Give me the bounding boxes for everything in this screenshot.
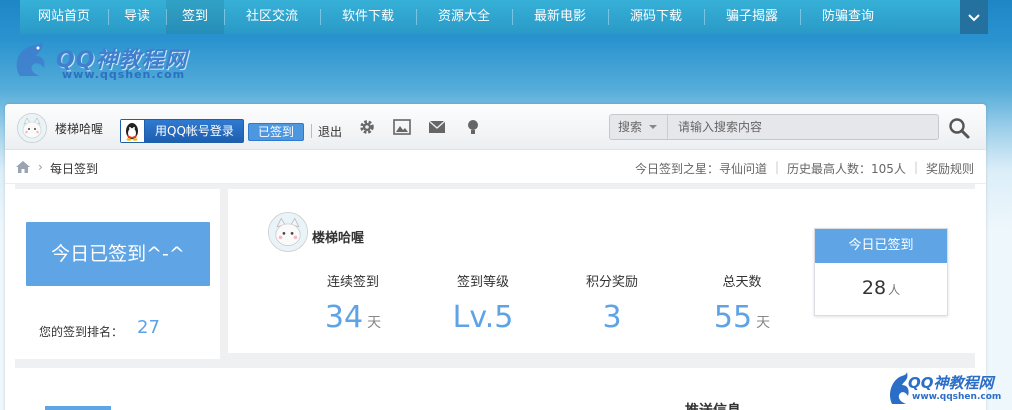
- qq-login-label: 用QQ帐号登录: [155, 124, 234, 138]
- reward-rules-link[interactable]: 奖励规则: [926, 160, 974, 177]
- sign-status-box: 今日已签到^-^ 您的签到排名： 27: [15, 189, 220, 359]
- bulb-icon[interactable]: [463, 118, 483, 136]
- nav-item-guide[interactable]: 导读: [108, 0, 166, 34]
- stat-points-reward: 积分奖励 3: [547, 271, 677, 338]
- nav-item-software[interactable]: 软件下载: [320, 0, 416, 34]
- home-icon[interactable]: [15, 160, 31, 174]
- watermark-url: www.qqshen.com: [912, 392, 1002, 402]
- rank-value: 27: [137, 317, 160, 338]
- stat-sign-level: 签到等级 Lv.5: [418, 271, 548, 338]
- logout-link[interactable]: 退出: [318, 123, 342, 140]
- nav-bar: 网站首页 导读 签到 社区交流 软件下载 资源大全 最新电影 源码下载 骗子揭露…: [20, 0, 988, 34]
- stat-label: 签到等级: [456, 275, 509, 290]
- stat-label: 总天数: [722, 275, 762, 290]
- nav-item-movies[interactable]: 最新电影: [512, 0, 608, 34]
- today-signed-card: 今日已签到 28 人: [814, 228, 948, 316]
- today-count-number: 28: [861, 277, 887, 299]
- breadcrumb: › 每日签到 今日签到之星：寻仙问道 | 历史最高人数：105人 | 奖励规则: [5, 150, 986, 184]
- avatar[interactable]: [17, 113, 47, 143]
- summary-username[interactable]: 楼梯哈喔: [312, 227, 364, 246]
- stat-total-days: 总天数 55 天: [677, 271, 807, 343]
- toolbar-username[interactable]: 楼梯哈喔: [55, 120, 103, 137]
- stat-value: 34 天: [288, 298, 418, 343]
- nav-item-scam-check[interactable]: 防骗查询: [800, 0, 896, 34]
- logo-url: www.qqshen.com: [62, 68, 186, 81]
- signed-today-button[interactable]: 今日已签到^-^: [26, 222, 210, 286]
- lower-section: 推送信息: [15, 374, 975, 410]
- stat-value: Lv.5: [418, 298, 548, 338]
- sign-area: 今日已签到^-^ 您的签到排名： 27 楼梯哈喔 连续签到 34 天 签到等级 …: [15, 184, 975, 368]
- user-toolbar: 楼梯哈喔 用QQ帐号登录 已签到 退出 搜索 请输入搜索内容: [5, 104, 986, 150]
- signed-badge[interactable]: 已签到: [248, 123, 304, 141]
- stat-number: 34: [324, 300, 364, 335]
- sign-stats: 今日签到之星：寻仙问道 | 历史最高人数：105人 | 奖励规则: [635, 160, 974, 177]
- record-count: 历史最高人数：105人: [787, 162, 906, 176]
- stat-consecutive-days: 连续签到 34 天: [288, 271, 418, 343]
- nav-item-community[interactable]: 社区交流: [224, 0, 320, 34]
- qq-penguin-icon: [121, 120, 145, 142]
- nav-item-home[interactable]: 网站首页: [20, 0, 108, 34]
- today-signed-label: 今日已签到: [815, 229, 947, 263]
- toolbar-divider: [311, 124, 312, 138]
- avatar[interactable]: [268, 212, 308, 252]
- search-category-select[interactable]: 搜索: [610, 115, 668, 139]
- gear-icon[interactable]: [357, 118, 377, 136]
- cat-avatar-icon: [269, 213, 307, 251]
- caret-down-icon: [649, 125, 657, 129]
- top-navigation: 网站首页 导读 签到 社区交流 软件下载 资源大全 最新电影 源码下载 骗子揭露…: [0, 0, 1012, 34]
- rank-label: 您的签到排名：: [39, 325, 124, 339]
- breadcrumb-separator-icon: ›: [38, 160, 43, 174]
- nav-item-scam-expose[interactable]: 骗子揭露: [704, 0, 800, 34]
- lower-active-tab[interactable]: [45, 406, 111, 410]
- search-icon[interactable]: [947, 116, 971, 140]
- today-star: 今日签到之星：寻仙问道: [634, 162, 767, 176]
- search-box: 搜索: [609, 114, 939, 140]
- breadcrumb-current: 每日签到: [50, 162, 99, 176]
- today-count-unit: 人: [888, 283, 901, 297]
- stat-label: 连续签到: [326, 275, 379, 290]
- today-signed-count: 28 人: [815, 263, 947, 315]
- watermark-logo: QQ神教程网 www.qqshen.com: [888, 368, 1008, 410]
- search-input[interactable]: [672, 115, 936, 139]
- watermark-name: QQ神教程网: [908, 374, 994, 392]
- nav-item-signin[interactable]: 签到: [166, 0, 224, 34]
- stat-unit: 天: [756, 315, 771, 331]
- dragon-logo-icon: [16, 42, 45, 76]
- main-panel: 楼梯哈喔 用QQ帐号登录 已签到 退出 搜索 请输入搜索内容 › 每日签到 今日…: [5, 104, 986, 410]
- stat-label: 积分奖励: [585, 275, 638, 290]
- site-logo[interactable]: QQ神教程网 www.qqshen.com: [12, 38, 212, 86]
- push-info-title: 推送信息: [685, 400, 741, 410]
- search-category-label: 搜索: [618, 120, 643, 134]
- stat-unit: 天: [367, 315, 382, 331]
- stat-number: 3: [602, 300, 622, 335]
- cat-avatar-icon: [18, 114, 46, 142]
- stat-value: 3: [547, 298, 677, 338]
- nav-item-resources[interactable]: 资源大全: [416, 0, 512, 34]
- stats-divider: |: [774, 160, 780, 174]
- chevron-down-icon: [968, 13, 980, 21]
- nav-more-button[interactable]: [960, 0, 988, 34]
- stat-number: 55: [713, 300, 753, 335]
- stats-divider: |: [913, 160, 918, 174]
- stat-value: 55 天: [677, 298, 807, 343]
- qq-login-button[interactable]: 用QQ帐号登录: [120, 119, 244, 143]
- stat-number: Lv.5: [452, 300, 514, 335]
- mail-icon[interactable]: [427, 118, 447, 136]
- dragon-watermark-icon: [890, 372, 909, 404]
- sign-summary: 楼梯哈喔 连续签到 34 天 签到等级 Lv.5 积分奖励 3 总天数 55 天…: [228, 189, 975, 353]
- nav-item-source-code[interactable]: 源码下载: [608, 0, 704, 34]
- image-icon[interactable]: [392, 118, 412, 136]
